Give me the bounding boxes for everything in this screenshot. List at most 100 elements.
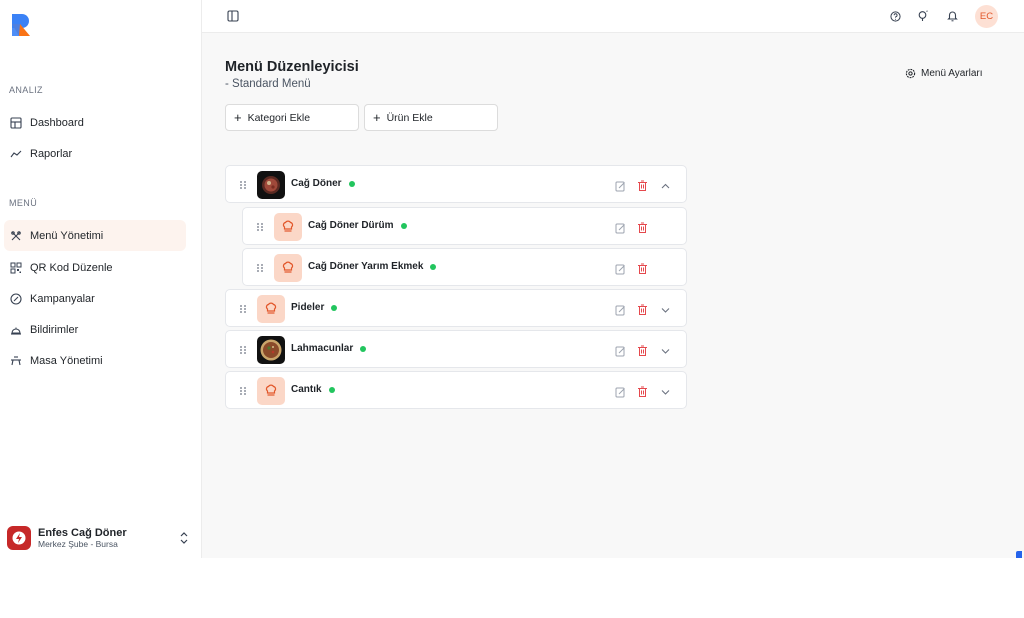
sidebar-item-label: QR Kod Düzenle xyxy=(30,261,113,274)
sidebar-item-label: Menü Yönetimi xyxy=(30,229,104,242)
sidebar-item-label: Dashboard xyxy=(30,116,84,129)
drag-handle-icon[interactable] xyxy=(239,345,247,355)
sidebar-item-menu-yonetimi[interactable]: Menü Yönetimi xyxy=(4,220,186,251)
active-status-dot xyxy=(430,263,437,270)
drag-handle-icon[interactable] xyxy=(239,386,247,396)
chef-hat-icon xyxy=(274,213,302,241)
category-name-text: Lahmacunlar xyxy=(291,343,354,354)
category-row[interactable]: Pideler xyxy=(225,289,687,327)
lightbulb-icon[interactable] xyxy=(916,9,930,23)
sidebar-item-label: Masa Yönetimi xyxy=(30,354,103,367)
trash-icon[interactable] xyxy=(637,303,648,315)
add-category-button[interactable]: + Kategori Ekle xyxy=(225,104,359,131)
app-window: ANALIZ Dashboard Raporlar MENÜ Menü Yöne… xyxy=(0,0,1024,558)
trend-line-icon xyxy=(10,148,22,160)
window-corner-accent xyxy=(1016,551,1022,558)
category-name: Pideler xyxy=(291,302,338,313)
product-name: Cağ Döner Dürüm xyxy=(308,220,407,231)
page-title: Menü Düzenleyicisi xyxy=(225,59,359,75)
gear-icon xyxy=(905,68,916,79)
sidebar: ANALIZ Dashboard Raporlar MENÜ Menü Yöne… xyxy=(0,0,202,558)
category-name-text: Cağ Döner xyxy=(291,178,342,189)
topbar: EC xyxy=(202,0,1024,33)
chevron-up-icon[interactable] xyxy=(660,179,671,191)
chevron-up-down-icon xyxy=(180,532,188,544)
qr-code-icon xyxy=(10,262,22,274)
bell-icon[interactable] xyxy=(945,9,959,23)
category-name: Cantık xyxy=(291,384,335,395)
drag-handle-icon[interactable] xyxy=(256,222,264,232)
utensils-icon xyxy=(10,230,22,242)
plus-icon: + xyxy=(373,109,381,125)
menu-name-subtitle: - Standard Menü xyxy=(225,78,311,90)
plus-icon: + xyxy=(234,109,242,125)
chef-hat-icon xyxy=(257,295,285,323)
drag-handle-icon[interactable] xyxy=(239,180,247,190)
trash-icon[interactable] xyxy=(637,179,648,191)
help-icon[interactable] xyxy=(888,9,902,23)
menu-settings-label: Menü Ayarları xyxy=(921,68,983,79)
edit-icon[interactable] xyxy=(615,221,626,234)
main-content: EC Menü Düzenleyicisi - Standard Menü Me… xyxy=(202,0,1024,558)
chevron-down-icon[interactable] xyxy=(660,385,671,397)
category-name: Lahmacunlar xyxy=(291,343,367,354)
sidebar-item-bildirimler[interactable]: Bildirimler xyxy=(4,314,186,345)
user-avatar[interactable]: EC xyxy=(975,5,998,28)
sidebar-toggle-icon[interactable] xyxy=(226,9,240,23)
drag-handle-icon[interactable] xyxy=(256,263,264,273)
product-row[interactable]: Cağ Döner Dürüm xyxy=(242,207,687,245)
add-product-label: Ürün Ekle xyxy=(386,111,433,124)
sidebar-item-dashboard[interactable]: Dashboard xyxy=(4,107,186,138)
bell-service-icon xyxy=(10,324,22,336)
business-name: Enfes Cağ Döner xyxy=(38,526,127,539)
trash-icon[interactable] xyxy=(637,262,648,274)
trash-icon[interactable] xyxy=(637,221,648,233)
chevron-down-icon[interactable] xyxy=(660,303,671,315)
business-switcher[interactable]: Enfes Cağ Döner Merkez Şube - Bursa xyxy=(7,524,193,552)
category-row[interactable]: Lahmacunlar xyxy=(225,330,687,368)
product-name: Cağ Döner Yarım Ekmek xyxy=(308,261,437,272)
category-name-text: Cantık xyxy=(291,384,322,395)
sidebar-item-raporlar[interactable]: Raporlar xyxy=(4,138,186,169)
sidebar-item-label: Kampanyalar xyxy=(30,292,95,305)
percent-badge-icon xyxy=(10,292,22,305)
product-name-text: Cağ Döner Dürüm xyxy=(308,220,394,231)
category-name: Cağ Döner xyxy=(291,178,355,189)
sidebar-item-qr-kod[interactable]: QR Kod Düzenle xyxy=(4,252,186,283)
category-row[interactable]: Cağ Döner xyxy=(225,165,687,203)
brand-logo[interactable] xyxy=(11,13,31,37)
chevron-down-icon[interactable] xyxy=(660,344,671,356)
sidebar-item-label: Raporlar xyxy=(30,147,73,160)
product-row[interactable]: Cağ Döner Yarım Ekmek xyxy=(242,248,687,286)
section-label-menu: MENÜ xyxy=(9,198,38,208)
sidebar-item-kampanyalar[interactable]: Kampanyalar xyxy=(4,283,186,314)
trash-icon[interactable] xyxy=(637,344,648,356)
business-branch: Merkez Şube - Bursa xyxy=(38,538,118,549)
dashboard-icon xyxy=(10,116,22,129)
edit-icon[interactable] xyxy=(615,344,626,357)
chef-hat-icon xyxy=(257,377,285,405)
active-status-dot xyxy=(400,222,407,229)
chef-hat-icon xyxy=(274,254,302,282)
page-bottom-blank xyxy=(0,558,1024,618)
edit-icon[interactable] xyxy=(615,303,626,316)
category-row[interactable]: Cantık xyxy=(225,371,687,409)
business-logo xyxy=(7,526,31,550)
product-name-text: Cağ Döner Yarım Ekmek xyxy=(308,261,424,272)
active-status-dot xyxy=(328,386,335,393)
add-product-button[interactable]: + Ürün Ekle xyxy=(364,104,498,131)
active-status-dot xyxy=(331,304,338,311)
active-status-dot xyxy=(348,180,355,187)
sidebar-item-label: Bildirimler xyxy=(30,323,79,336)
edit-icon[interactable] xyxy=(615,385,626,398)
sidebar-item-masa-yonetimi[interactable]: Masa Yönetimi xyxy=(4,345,186,376)
edit-icon[interactable] xyxy=(615,179,626,192)
drag-handle-icon[interactable] xyxy=(239,304,247,314)
edit-icon[interactable] xyxy=(615,262,626,275)
table-icon xyxy=(10,355,22,367)
active-status-dot xyxy=(360,345,367,352)
add-category-label: Kategori Ekle xyxy=(247,111,311,124)
menu-settings-button[interactable]: Menü Ayarları xyxy=(905,68,983,79)
trash-icon[interactable] xyxy=(637,385,648,397)
category-photo xyxy=(257,336,285,364)
